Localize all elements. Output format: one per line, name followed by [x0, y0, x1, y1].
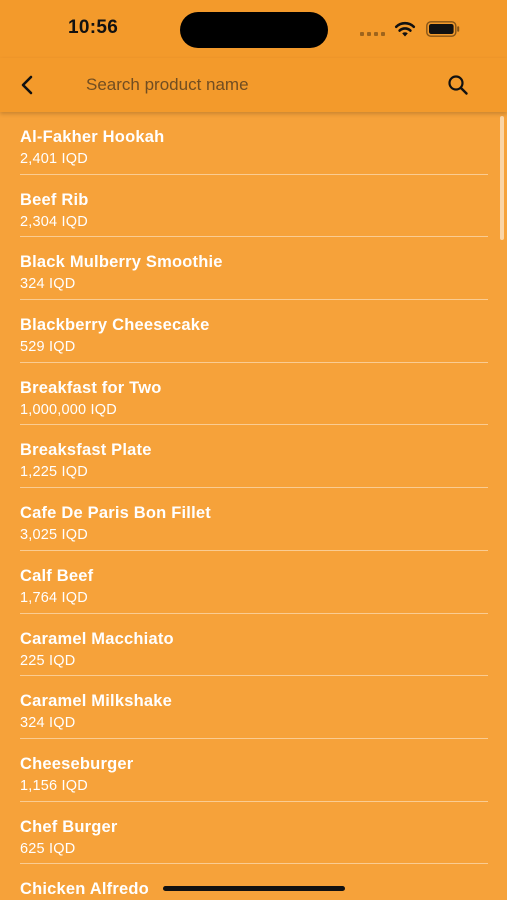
- product-name: Black Mulberry Smoothie: [20, 253, 223, 272]
- product-name: Chef Burger: [20, 817, 118, 836]
- product-price: 1,156 IQD: [20, 777, 88, 794]
- product-name: Chicken Alfredo: [20, 880, 149, 899]
- product-list[interactable]: Al-Fakher Hookah 2,401 IQD Beef Rib 2,30…: [0, 112, 507, 900]
- product-price: 324 IQD: [20, 276, 76, 293]
- list-item[interactable]: Caramel Macchiato 225 IQD: [20, 614, 488, 677]
- list-item[interactable]: Breaksfast Plate 1,225 IQD: [20, 425, 488, 489]
- product-name: Cheeseburger: [20, 754, 134, 773]
- wifi-icon: [394, 21, 416, 37]
- list-item[interactable]: Caramel Milkshake 324 IQD: [20, 676, 488, 739]
- product-price: 3,025 IQD: [20, 527, 88, 544]
- product-price: 324 IQD: [20, 715, 76, 732]
- product-price: 1,225 IQD: [20, 464, 88, 481]
- product-name: Caramel Macchiato: [20, 629, 174, 648]
- list-item[interactable]: Blackberry Cheesecake 529 IQD: [20, 300, 488, 363]
- search-icon: [448, 75, 468, 95]
- dynamic-island: [180, 12, 328, 48]
- list-item[interactable]: Calf Beef 1,764 IQD: [20, 551, 488, 614]
- battery-icon: [426, 21, 460, 37]
- product-price: 1,000,000 IQD: [20, 401, 117, 418]
- chevron-left-icon: [21, 75, 33, 95]
- cellular-signal-icon: [360, 30, 386, 36]
- status-time: 10:56: [68, 17, 119, 38]
- list-item[interactable]: Breakfast for Two 1,000,000 IQD: [20, 363, 488, 426]
- list-item[interactable]: Cafe De Paris Bon Fillet 3,025 IQD: [20, 488, 488, 551]
- product-price: 2,401 IQD: [20, 151, 88, 167]
- list-item[interactable]: Beef Rib 2,304 IQD: [20, 175, 488, 238]
- product-price: 625 IQD: [20, 840, 76, 857]
- product-name: Cafe De Paris Bon Fillet: [20, 504, 211, 523]
- list-item[interactable]: Chicken Alfredo: [20, 864, 488, 900]
- app-bar: [0, 58, 507, 112]
- list-item[interactable]: Chef Burger 625 IQD: [20, 802, 488, 865]
- search-input[interactable]: [86, 72, 416, 98]
- list-item[interactable]: Al-Fakher Hookah 2,401 IQD: [20, 112, 488, 175]
- status-bar: 10:56: [0, 0, 507, 58]
- product-name: Beef Rib: [20, 190, 89, 209]
- product-price: 225 IQD: [20, 652, 76, 669]
- back-button[interactable]: [12, 70, 42, 100]
- product-name: Al-Fakher Hookah: [20, 128, 165, 146]
- product-price: 1,764 IQD: [20, 589, 88, 606]
- home-indicator: [163, 886, 345, 891]
- list-item[interactable]: Black Mulberry Smoothie 324 IQD: [20, 237, 488, 301]
- product-name: Breaksfast Plate: [20, 441, 152, 460]
- search-button[interactable]: [443, 70, 473, 100]
- product-name: Calf Beef: [20, 566, 94, 585]
- scrollbar[interactable]: [500, 116, 504, 240]
- list-item[interactable]: Cheeseburger 1,156 IQD: [20, 739, 488, 802]
- product-name: Blackberry Cheesecake: [20, 316, 210, 335]
- product-name: Breakfast for Two: [20, 378, 162, 397]
- product-price: 529 IQD: [20, 339, 76, 356]
- product-price: 2,304 IQD: [20, 213, 88, 230]
- product-name: Caramel Milkshake: [20, 692, 172, 711]
